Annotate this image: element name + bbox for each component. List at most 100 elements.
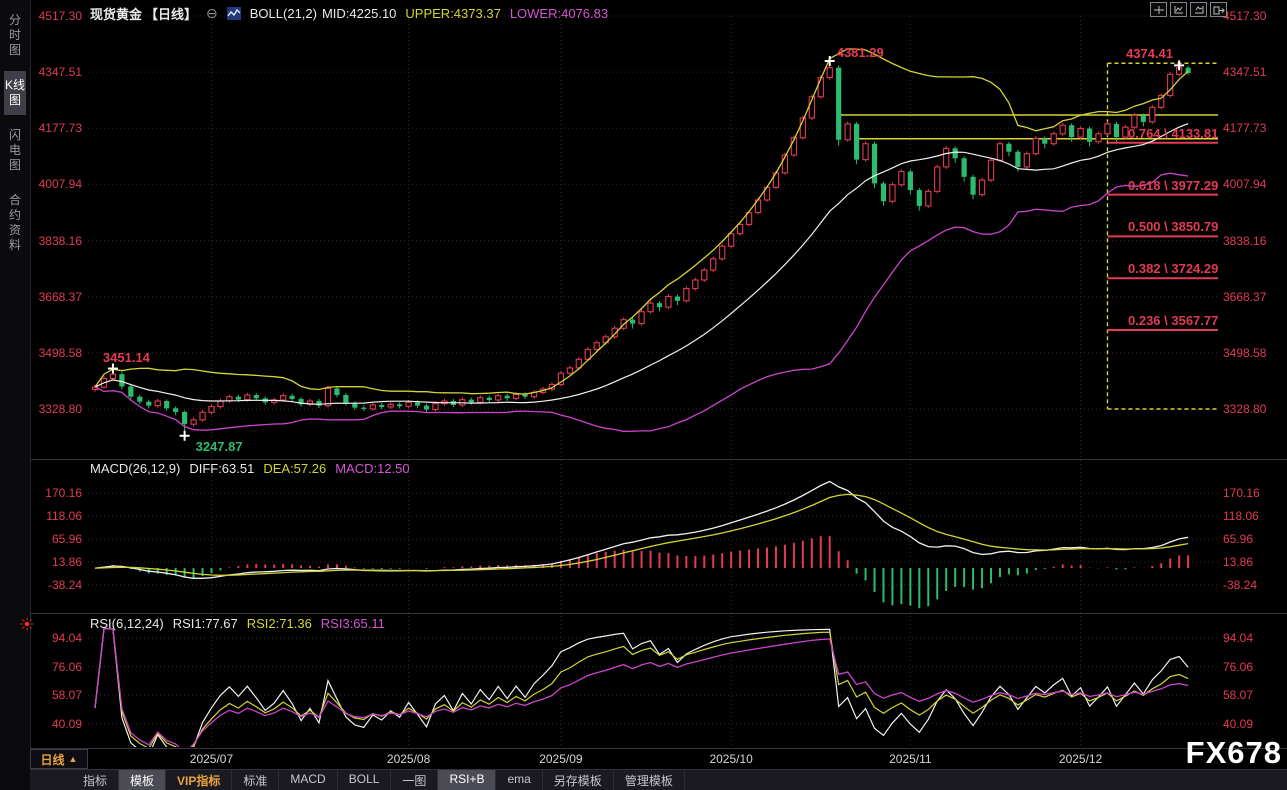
price-axis-label: 4177.73: [1223, 121, 1266, 135]
bottom-toolbar: 指标模板VIP指标标准MACDBOLL一图RSI+Bema另存模板管理模板: [30, 769, 1287, 790]
sidebar-tab-item[interactable]: 合约资料: [4, 186, 26, 260]
boll-lower-value: LOWER:4076.83: [510, 6, 608, 21]
period-label: 日线: [41, 751, 65, 768]
macd-axis-label: -38.24: [1223, 578, 1257, 592]
fib-level-label: 0.500 \ 3850.79: [1128, 219, 1218, 234]
app-window: 分时图 K线图闪电图合约资料 现货黄金 【日线】 ⊖ BOLL(21,2) MID…: [0, 0, 1287, 790]
sidebar: 分时图 K线图闪电图合约资料: [0, 0, 31, 790]
xaxis-month-label: 2025/09: [539, 752, 582, 766]
price-axis-label: 3328.80: [1223, 402, 1266, 416]
xaxis-month-label: 2025/07: [190, 752, 233, 766]
instrument-title: 现货黄金: [90, 4, 142, 23]
chart-header: 现货黄金 【日线】 ⊖ BOLL(21,2) MID:4225.10 UPPER…: [90, 4, 608, 23]
price-marker-label: 3247.87: [196, 439, 243, 454]
rsi-axis-label: 40.09: [1223, 717, 1253, 731]
macd-dea-value: DEA:57.26: [263, 461, 326, 476]
price-axis-label: 4517.30: [1223, 9, 1266, 23]
period-selector[interactable]: 日线 ▲: [30, 749, 88, 769]
sidebar-tab-item[interactable]: 分时图: [4, 6, 26, 65]
axis-scale-right-icon[interactable]: [1190, 2, 1207, 17]
chart-canvas[interactable]: [0, 0, 1287, 790]
macd-params: MACD(26,12,9): [90, 461, 180, 476]
fib-level-label: 0.764 \ 4133.81: [1128, 126, 1218, 141]
macd-header: MACD(26,12,9) DIFF:63.51 DEA:57.26 MACD:…: [90, 461, 410, 476]
rsi-axis-label: 76.06: [1223, 660, 1253, 674]
collapse-icon[interactable]: ⊖: [206, 5, 218, 22]
rsi2-value: RSI2:71.36: [247, 616, 312, 631]
toolbar-item-另存模板[interactable]: 另存模板: [543, 770, 614, 790]
move-crosshair-icon[interactable]: [1150, 2, 1167, 17]
price-axis-label: 4347.51: [26, 65, 82, 79]
toolbar-item-RSI+B[interactable]: RSI+B: [438, 770, 496, 790]
toolbar-item-模板[interactable]: 模板: [119, 770, 166, 790]
xaxis-month-label: 2025/08: [387, 752, 430, 766]
price-axis-label: 3668.37: [26, 290, 82, 304]
toolbar-item-MACD[interactable]: MACD: [279, 770, 337, 790]
price-axis-label: 3328.80: [26, 402, 82, 416]
price-axis-label: 3498.58: [1223, 346, 1266, 360]
macd-axis-label: -38.24: [26, 578, 82, 592]
macd-axis-label: 65.96: [26, 532, 82, 546]
rsi-axis-label: 58.07: [26, 688, 82, 702]
macd-axis-label: 65.96: [1223, 532, 1253, 546]
pane-icon-group: [1150, 2, 1227, 17]
panel-divider: [30, 613, 1287, 614]
toolbar-item-管理模板[interactable]: 管理模板: [614, 770, 685, 790]
xaxis-month-label: 2025/12: [1059, 752, 1102, 766]
macd-axis-label: 13.86: [1223, 555, 1253, 569]
price-axis-label: 4007.94: [1223, 177, 1266, 191]
boll-upper-value: UPPER:4373.37: [405, 6, 500, 21]
rsi-header: RSI(6,12,24) RSI1:77.67 RSI2:71.36 RSI3:…: [90, 616, 385, 631]
fib-level-label: 0.236 \ 3567.77: [1128, 313, 1218, 328]
boll-label: BOLL(21,2): [250, 6, 317, 21]
macd-axis-label: 118.06: [1223, 509, 1259, 523]
price-axis-label: 3668.37: [1223, 290, 1266, 304]
price-axis-label: 4007.94: [26, 177, 82, 191]
boll-mid-value: MID:4225.10: [322, 6, 396, 21]
fib-top-label: 4374.41: [1126, 46, 1173, 61]
indicator-chart-icon: [227, 7, 241, 20]
rsi-params: RSI(6,12,24): [90, 616, 164, 631]
export-pane-icon[interactable]: [1210, 2, 1227, 17]
xaxis-divider: [30, 748, 1287, 749]
toolbar-item-指标[interactable]: 指标: [72, 770, 119, 790]
sidebar-tab-active[interactable]: K线图: [4, 71, 26, 115]
period-tag: 【日线】: [145, 4, 197, 23]
toolbar-item-BOLL[interactable]: BOLL: [338, 770, 392, 790]
rsi-axis-label: 94.04: [26, 631, 82, 645]
panel-divider: [30, 459, 1287, 460]
sidebar-tab-item[interactable]: 闪电图: [4, 121, 26, 180]
macd-macd-value: MACD:12.50: [335, 461, 409, 476]
macd-axis-label: 118.06: [26, 509, 82, 523]
axis-scale-left-icon[interactable]: [1170, 2, 1187, 17]
price-marker-label: 3451.14: [103, 350, 150, 365]
rsi1-value: RSI1:77.67: [173, 616, 238, 631]
rsi-axis-label: 58.07: [1223, 688, 1253, 702]
price-axis-label: 3498.58: [26, 346, 82, 360]
rsi3-value: RSI3:65.11: [321, 616, 385, 631]
macd-axis-label: 170.16: [26, 486, 82, 500]
xaxis-month-label: 2025/11: [889, 752, 932, 766]
toolbar-item-ema[interactable]: ema: [496, 770, 542, 790]
watermark: FX678: [1186, 735, 1282, 771]
price-axis-label: 3838.16: [26, 234, 82, 248]
toolbar-item-标准[interactable]: 标准: [232, 770, 279, 790]
price-axis-label: 3838.16: [1223, 234, 1266, 248]
xaxis-month-label: 2025/10: [709, 752, 752, 766]
period-arrow-icon: ▲: [69, 754, 78, 764]
rsi-axis-label: 94.04: [1223, 631, 1253, 645]
fib-level-label: 0.382 \ 3724.29: [1128, 261, 1218, 276]
toolbar-item-VIP指标[interactable]: VIP指标: [166, 770, 232, 790]
price-axis-label: 4347.51: [1223, 65, 1266, 79]
rsi-axis-label: 40.09: [26, 717, 82, 731]
rsi-axis-label: 76.06: [26, 660, 82, 674]
price-marker-label: 4381.29: [837, 45, 884, 60]
price-axis-label: 4177.73: [26, 121, 82, 135]
toolbar-item-一图[interactable]: 一图: [391, 770, 438, 790]
macd-axis-label: 13.86: [26, 555, 82, 569]
fib-level-label: 0.618 \ 3977.29: [1128, 178, 1218, 193]
price-axis-label: 4517.30: [26, 9, 82, 23]
macd-axis-label: 170.16: [1223, 486, 1260, 500]
macd-diff-value: DIFF:63.51: [189, 461, 254, 476]
alert-sun-icon[interactable]: [20, 617, 34, 636]
